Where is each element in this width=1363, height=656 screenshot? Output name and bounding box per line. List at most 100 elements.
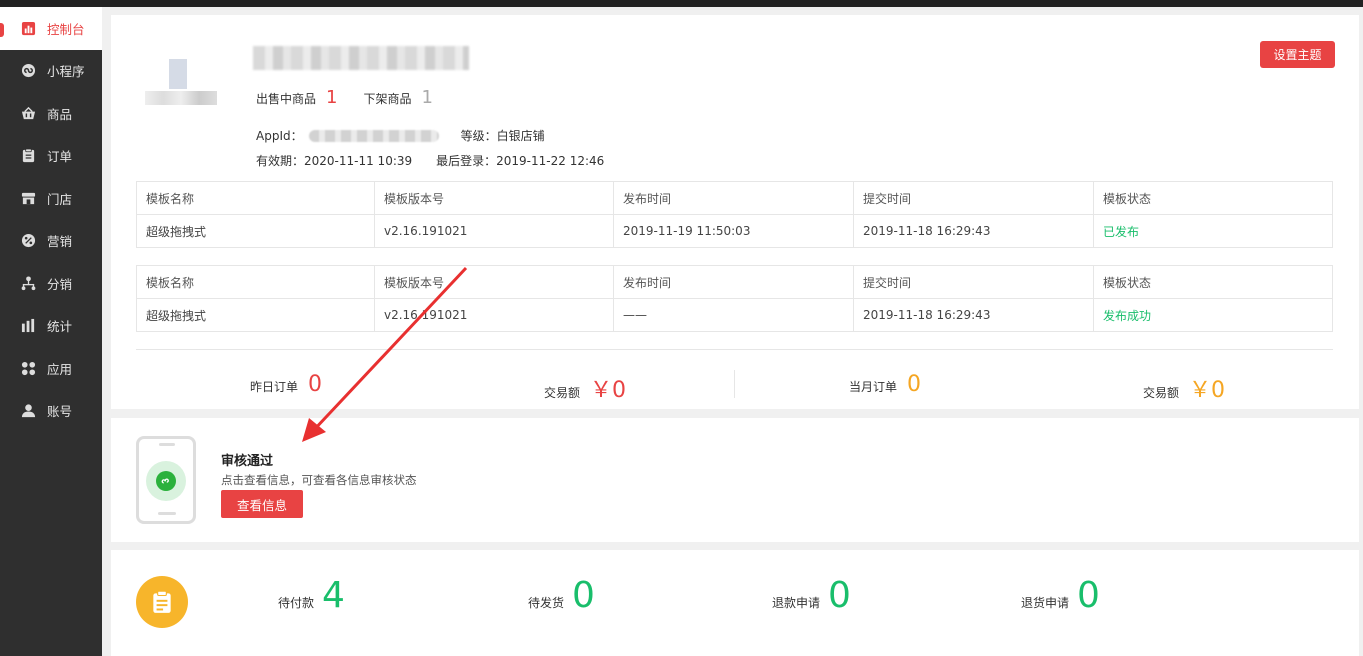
return-requests-label: 退货申请	[1021, 596, 1070, 610]
mini-program-icon	[156, 471, 176, 491]
audit-card: 审核通过 点击查看信息，可查看各信息审核状态 查看信息	[111, 418, 1359, 542]
sidebar-item-label: 统计	[47, 319, 73, 335]
table-header-cell: 模板状态	[1093, 181, 1333, 215]
return-requests-count: 0	[1077, 575, 1100, 616]
yesterday-orders-label: 昨日订单	[250, 380, 299, 394]
table-header-cell: 提交时间	[853, 181, 1094, 215]
hierarchy-icon	[20, 275, 36, 291]
month-amount-value: ￥0	[1189, 378, 1226, 403]
store-name-redacted	[253, 46, 469, 70]
table-cell: v2.16.191021	[374, 214, 614, 248]
table-header-row: 模板名称 模板版本号 发布时间 提交时间 模板状态	[136, 265, 1333, 299]
pending-shipment-label: 待发货	[528, 596, 565, 610]
phone-icon	[136, 436, 196, 524]
sidebar-item-label: 商品	[47, 106, 73, 122]
yesterday-amount: 交易额 ￥0	[544, 372, 626, 404]
sidebar-item-console[interactable]: 控制台	[0, 7, 102, 50]
sidebar-item-label: 营销	[47, 234, 73, 250]
percent-badge-icon	[20, 233, 36, 249]
sidebar-item-account[interactable]: 账号	[0, 390, 102, 433]
store-icon	[20, 190, 36, 206]
month-orders-value: 0	[907, 372, 922, 397]
summary-divider	[734, 370, 735, 398]
table-cell: 2019-11-18 16:29:43	[853, 298, 1094, 332]
sidebar-item-label: 小程序	[47, 64, 85, 80]
store-avatar	[145, 59, 217, 105]
template-status: 已发布	[1093, 214, 1333, 248]
clipboard-icon	[20, 148, 36, 164]
sidebar: 控制台 小程序 商品 订单 门店 营销 分销 统计 应用 账号	[0, 7, 102, 656]
sidebar-item-goods[interactable]: 商品	[0, 92, 102, 135]
refund-requests-label: 退款申请	[772, 596, 821, 610]
sidebar-item-label: 门店	[47, 191, 73, 207]
refund-requests-count: 0	[828, 575, 851, 616]
month-amount: 交易额 ￥0	[1143, 372, 1225, 404]
sidebar-item-label: 应用	[47, 361, 73, 377]
table-cell: ——	[613, 298, 854, 332]
pending-shipment-count: 0	[572, 575, 595, 616]
audit-description: 点击查看信息，可查看各信息审核状态	[221, 473, 417, 487]
view-info-button[interactable]: 查看信息	[221, 490, 303, 518]
mini-program-icon	[20, 63, 36, 79]
table-cell: 超级拖拽式	[136, 298, 375, 332]
shopping-basket-icon	[20, 105, 36, 121]
apps-grid-icon	[20, 360, 36, 376]
appid-redacted	[308, 129, 439, 142]
user-icon	[20, 403, 36, 419]
level-label: 等级：白银店铺	[460, 129, 545, 143]
refund-requests[interactable]: 退款申请 0	[772, 578, 851, 614]
audit-title: 审核通过	[221, 454, 274, 469]
sidebar-item-miniprogram[interactable]: 小程序	[0, 50, 102, 93]
valid-until: 有效期：2020-11-11 10:39	[256, 154, 413, 168]
last-login: 最后登录：2019-11-22 12:46	[436, 154, 605, 168]
sidebar-item-distribution[interactable]: 分销	[0, 262, 102, 305]
month-amount-label: 交易额	[1143, 386, 1180, 400]
stats-icon	[20, 318, 36, 334]
pending-payment-count: 4	[322, 575, 345, 616]
order-status-card: 待付款 4 待发货 0 退款申请 0 退货申请 0	[111, 550, 1359, 656]
off-shelf-label: 下架商品	[363, 92, 412, 106]
table-header-cell: 模板版本号	[374, 265, 614, 299]
on-sale-count: 1	[326, 87, 338, 108]
sidebar-item-orders[interactable]: 订单	[0, 135, 102, 178]
return-requests[interactable]: 退货申请 0	[1021, 578, 1100, 614]
month-orders: 当月订单 0	[849, 372, 921, 397]
clipboard-icon	[136, 576, 188, 628]
template-table-2: 模板名称 模板版本号 发布时间 提交时间 模板状态 超级拖拽式 v2.16.19…	[136, 265, 1333, 332]
set-theme-button[interactable]: 设置主题	[1260, 41, 1335, 68]
sidebar-item-label: 订单	[47, 149, 73, 165]
sidebar-item-statistics[interactable]: 统计	[0, 305, 102, 348]
table-row: 超级拖拽式 v2.16.191021 2019-11-19 11:50:03 2…	[136, 214, 1333, 248]
template-table-1: 模板名称 模板版本号 发布时间 提交时间 模板状态 超级拖拽式 v2.16.19…	[136, 181, 1333, 248]
pending-payment-label: 待付款	[278, 596, 315, 610]
table-cell: 2019-11-18 16:29:43	[853, 214, 1094, 248]
goods-stats: 出售中商品 1 下架商品 1	[256, 87, 459, 108]
yesterday-orders: 昨日订单 0	[250, 372, 322, 397]
top-bar	[0, 0, 1363, 7]
sidebar-item-label: 分销	[47, 276, 73, 292]
sidebar-item-marketing[interactable]: 营销	[0, 220, 102, 263]
yesterday-amount-value: ￥0	[590, 378, 627, 403]
table-header-cell: 提交时间	[853, 265, 1094, 299]
table-header-cell: 发布时间	[613, 265, 854, 299]
store-overview-card: 出售中商品 1 下架商品 1 AppId： 等级：白银店铺 有效期：2020-1…	[111, 15, 1359, 409]
sidebar-item-apps[interactable]: 应用	[0, 347, 102, 390]
table-header-cell: 模板状态	[1093, 265, 1333, 299]
sidebar-item-stores[interactable]: 门店	[0, 177, 102, 220]
pending-payment[interactable]: 待付款 4	[278, 578, 345, 614]
table-header-cell: 模板名称	[136, 265, 375, 299]
yesterday-orders-value: 0	[308, 372, 323, 397]
template-status: 发布成功	[1093, 298, 1333, 332]
table-row: 超级拖拽式 v2.16.191021 —— 2019-11-18 16:29:4…	[136, 298, 1333, 332]
divider	[136, 349, 1333, 350]
bar-chart-icon	[20, 20, 36, 36]
pending-shipment[interactable]: 待发货 0	[528, 578, 595, 614]
table-header-cell: 模板版本号	[374, 181, 614, 215]
table-cell: 超级拖拽式	[136, 214, 375, 248]
table-cell: 2019-11-19 11:50:03	[613, 214, 854, 248]
store-info-line-2: 有效期：2020-11-11 10:39 最后登录：2019-11-22 12:…	[256, 152, 604, 169]
yesterday-amount-label: 交易额	[544, 386, 581, 400]
month-orders-label: 当月订单	[849, 380, 898, 394]
table-header-cell: 发布时间	[613, 181, 854, 215]
table-cell: v2.16.191021	[374, 298, 614, 332]
